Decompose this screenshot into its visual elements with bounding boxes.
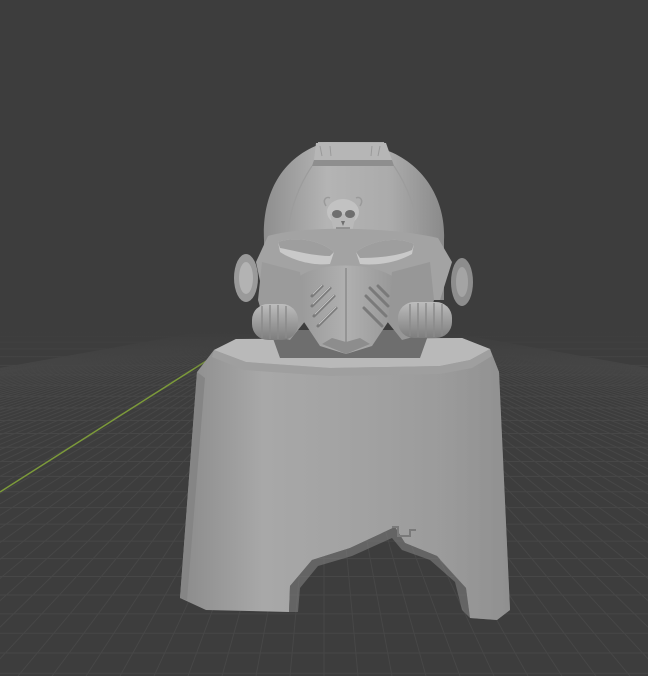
3d-viewport[interactable] [0,0,648,676]
right-breathing-tube [398,302,452,338]
left-breathing-tube [252,304,298,340]
viewport-canvas[interactable] [0,0,648,676]
